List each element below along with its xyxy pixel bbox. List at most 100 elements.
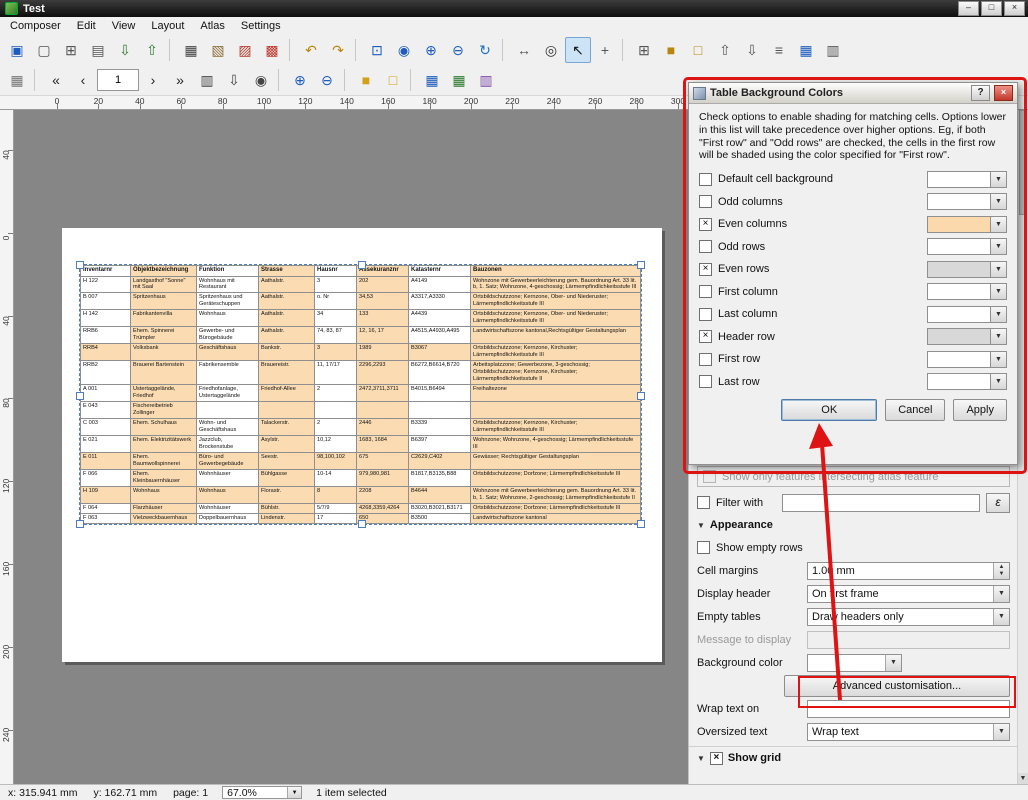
background-color-combo[interactable]: ▼ — [807, 654, 902, 672]
checkbox-header-row[interactable]: × — [699, 330, 712, 343]
color-dropdown-first-column[interactable]: ▼ — [927, 283, 1007, 300]
selection-handle[interactable] — [76, 261, 84, 269]
checkbox-first-column[interactable] — [699, 285, 712, 298]
color-dropdown-last-row[interactable]: ▼ — [927, 373, 1007, 390]
empty-tables-combo[interactable]: Draw headers only ▼ — [807, 608, 1010, 626]
lock-items-icon[interactable]: ■ — [658, 37, 684, 63]
close-button[interactable]: × — [1004, 1, 1025, 16]
print-composer-icon[interactable]: ▦ — [178, 37, 204, 63]
print-atlas-icon[interactable]: ▥ — [194, 67, 220, 93]
zoom-tool-icon[interactable]: ◎ — [538, 37, 564, 63]
align-items-icon[interactable]: ≡ — [766, 37, 792, 63]
checkbox-odd-columns[interactable] — [699, 195, 712, 208]
color-well-first-row[interactable] — [927, 351, 991, 368]
toggle-grid-icon[interactable]: ▦ — [419, 67, 445, 93]
selection-handle[interactable] — [358, 261, 366, 269]
chevron-down-icon[interactable]: ▼ — [993, 586, 1009, 602]
menu-settings[interactable]: Settings — [233, 18, 289, 34]
raise-items-icon[interactable]: ⇧ — [712, 37, 738, 63]
load-from-template-icon[interactable]: ⇩ — [112, 37, 138, 63]
selection-handle[interactable] — [358, 520, 366, 528]
color-dropdown-first-row[interactable]: ▼ — [927, 351, 1007, 368]
help-icon[interactable]: ? — [971, 85, 990, 101]
unlock-all-items-icon[interactable]: □ — [380, 67, 406, 93]
export-pdf-icon[interactable]: ▩ — [259, 37, 285, 63]
chevron-down-icon[interactable]: ▼ — [991, 283, 1007, 300]
zoom-out-secondary-icon[interactable]: ⊖ — [314, 67, 340, 93]
refresh-view-icon[interactable]: ↻ — [472, 37, 498, 63]
move-item-content-icon[interactable]: + — [592, 37, 618, 63]
select-move-item-icon[interactable]: ↖ — [565, 37, 591, 63]
color-well-header-row[interactable] — [927, 328, 991, 345]
wrap-text-on-input[interactable] — [807, 700, 1010, 718]
item-options-icon[interactable]: ▥ — [820, 37, 846, 63]
menu-composer[interactable]: Composer — [2, 18, 69, 34]
zoom-out-icon[interactable]: ⊖ — [445, 37, 471, 63]
composer-manager-icon[interactable]: ▤ — [85, 37, 111, 63]
color-dropdown-odd-columns[interactable]: ▼ — [927, 193, 1007, 210]
atlas-first-feature-icon[interactable]: « — [43, 67, 69, 93]
group-items-icon[interactable]: ⊞ — [631, 37, 657, 63]
chevron-down-icon[interactable]: ▼ — [991, 373, 1007, 390]
zoom-in-icon[interactable]: ⊕ — [418, 37, 444, 63]
export-atlas-icon[interactable]: ⇩ — [221, 67, 247, 93]
dialog-titlebar[interactable]: Table Background Colors ? × — [689, 83, 1017, 104]
zoom-full-extent-icon[interactable]: ⊡ — [364, 37, 390, 63]
panel-scrollbar[interactable]: ▲ ▼ — [1017, 96, 1028, 785]
scrollbar-thumb[interactable] — [1019, 110, 1027, 215]
checkbox-even-columns[interactable]: × — [699, 218, 712, 231]
add-attribute-table-icon[interactable]: ▦ — [793, 37, 819, 63]
attribute-table-item[interactable]: InventarnrObjektbezeichnungFunktionStras… — [80, 265, 641, 524]
zoom-in-secondary-icon[interactable]: ⊕ — [287, 67, 313, 93]
chevron-down-icon[interactable]: ▼ — [993, 609, 1009, 625]
cell-margins-spinbox[interactable]: 1.00 mm ▲▼ — [807, 562, 1010, 580]
display-header-combo[interactable]: On first frame ▼ — [807, 585, 1010, 603]
atlas-next-feature-icon[interactable]: › — [140, 67, 166, 93]
preview-atlas-icon[interactable]: ◉ — [248, 67, 274, 93]
menu-edit[interactable]: Edit — [69, 18, 104, 34]
selection-handle[interactable] — [76, 392, 84, 400]
checkbox-even-rows[interactable]: × — [699, 263, 712, 276]
snapping-grid-icon[interactable]: ▦ — [4, 67, 30, 93]
export-image-icon[interactable]: ▧ — [205, 37, 231, 63]
color-well-even-columns[interactable] — [927, 216, 991, 233]
chevron-down-icon[interactable]: ▼ — [991, 171, 1007, 188]
color-well-first-column[interactable] — [927, 283, 991, 300]
close-icon[interactable]: × — [994, 85, 1013, 101]
checkbox-first-row[interactable] — [699, 353, 712, 366]
expression-builder-button[interactable]: ε — [986, 493, 1010, 513]
cancel-button[interactable]: Cancel — [885, 399, 945, 421]
zoom-actual-size-icon[interactable]: ◉ — [391, 37, 417, 63]
color-dropdown-default-cell-background[interactable]: ▼ — [927, 171, 1007, 188]
checkbox-odd-rows[interactable] — [699, 240, 712, 253]
lock-selected-items-icon[interactable]: ■ — [353, 67, 379, 93]
color-well-even-rows[interactable] — [927, 261, 991, 278]
unlock-items-icon[interactable]: □ — [685, 37, 711, 63]
show-grid-checkbox[interactable]: × — [710, 752, 723, 765]
export-svg-icon[interactable]: ▨ — [232, 37, 258, 63]
chevron-down-icon[interactable]: ▼ — [991, 306, 1007, 323]
apply-button[interactable]: Apply — [953, 399, 1007, 421]
lower-items-icon[interactable]: ⇩ — [739, 37, 765, 63]
filter-with-checkbox[interactable] — [697, 496, 710, 509]
color-dropdown-even-rows[interactable]: ▼ — [927, 261, 1007, 278]
chevron-down-icon[interactable]: ▼ — [991, 328, 1007, 345]
filter-with-input[interactable] — [782, 494, 980, 512]
save-as-template-icon[interactable]: ⇧ — [139, 37, 165, 63]
menu-layout[interactable]: Layout — [143, 18, 192, 34]
chevron-down-icon[interactable]: ▼ — [991, 351, 1007, 368]
menu-atlas[interactable]: Atlas — [192, 18, 232, 34]
chevron-down-icon[interactable]: ▼ — [993, 724, 1009, 740]
checkbox-default-cell-background[interactable] — [699, 173, 712, 186]
selection-handle[interactable] — [637, 261, 645, 269]
selection-handle[interactable] — [637, 520, 645, 528]
new-composition-icon[interactable]: ▢ — [31, 37, 57, 63]
chevron-down-icon[interactable]: ▼ — [885, 655, 901, 671]
color-dropdown-header-row[interactable]: ▼ — [927, 328, 1007, 345]
color-dropdown-last-column[interactable]: ▼ — [927, 306, 1007, 323]
color-well-last-column[interactable] — [927, 306, 991, 323]
maximize-button[interactable]: □ — [981, 1, 1002, 16]
duplicate-composition-icon[interactable]: ⊞ — [58, 37, 84, 63]
chevron-down-icon[interactable]: ▼ — [287, 787, 301, 798]
composition-page[interactable]: InventarnrObjektbezeichnungFunktionStras… — [62, 228, 662, 662]
